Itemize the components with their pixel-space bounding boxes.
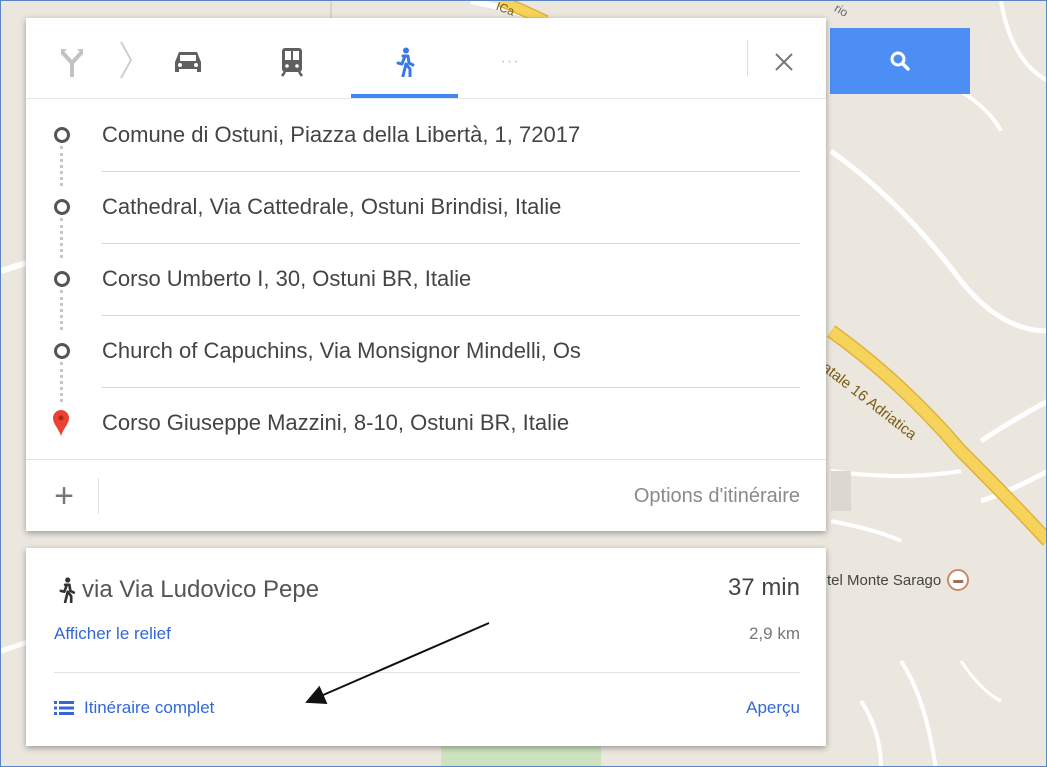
waypoint-circle-icon (54, 343, 70, 359)
route-duration: 37 min (727, 574, 800, 601)
poi-hotel-monte-sarago[interactable]: tel Monte Sarago ▬ (827, 569, 970, 591)
search-button[interactable] (830, 28, 970, 94)
waypoint-input[interactable]: Cathedral, Via Cattedrale, Ostuni Brindi… (102, 171, 800, 244)
close-button[interactable] (766, 44, 802, 80)
route-via-label: via Via Ludovico Pepe (82, 576, 320, 603)
walk-icon (59, 577, 76, 603)
route-options-link[interactable]: Options d'itinéraire (634, 460, 800, 532)
divider (747, 40, 748, 76)
divider (54, 672, 800, 673)
train-icon (281, 48, 303, 77)
search-icon (890, 51, 910, 71)
add-destination-row: + Options d'itinéraire (26, 459, 826, 532)
list-icon (54, 701, 74, 715)
mode-car[interactable] (168, 44, 208, 80)
add-destination-button[interactable]: + (44, 476, 84, 516)
route-split-icon (61, 49, 83, 77)
waypoint-input[interactable]: Church of Capuchins, Via Monsignor Minde… (102, 315, 800, 388)
screenshot-frame: atale 16 Adriatica ICa rio tel Monte Sar… (0, 0, 1047, 767)
selected-mode-indicator (351, 94, 458, 98)
waypoint-circle-icon (54, 271, 70, 287)
destination-pin-icon (53, 410, 69, 436)
show-relief-link[interactable]: Afficher le relief (54, 624, 171, 644)
waypoint-row[interactable]: Corso Umberto I, 30, Ostuni BR, Italie (26, 243, 826, 316)
waypoint-input[interactable]: Corso Umberto I, 30, Ostuni BR, Italie (102, 243, 800, 316)
full-route-link[interactable]: Itinéraire complet (54, 698, 214, 718)
route-distance: 2,9 km (748, 624, 800, 643)
full-route-label: Itinéraire complet (84, 698, 215, 717)
close-icon (775, 53, 793, 71)
route-result-card[interactable]: via Via Ludovico Pepe 37 min Afficher le… (26, 548, 826, 746)
hotel-bed-icon: ▬ (947, 569, 970, 591)
destination-input[interactable]: Corso Giuseppe Mazzini, 8-10, Ostuni BR,… (102, 387, 800, 459)
mode-more[interactable]: ··· (490, 44, 530, 80)
travel-mode-bar: ··· (26, 18, 826, 99)
waypoint-row[interactable]: Comune di Ostuni, Piazza della Libertà, … (26, 99, 826, 172)
poi-label: tel Monte Sarago (827, 571, 942, 589)
directions-panel: ··· Comune di Ostuni, Piazza della Liber… (26, 18, 826, 531)
walk-icon (396, 47, 415, 77)
mode-best-route[interactable] (52, 44, 92, 80)
more-dots-icon: ··· (500, 53, 520, 70)
mode-transit[interactable] (272, 44, 312, 80)
divider (98, 478, 99, 514)
waypoint-circle-icon (54, 127, 70, 143)
route-summary: via Via Ludovico Pepe (56, 576, 319, 604)
waypoint-row[interactable]: Church of Capuchins, Via Monsignor Minde… (26, 315, 826, 388)
waypoint-row-destination[interactable]: Corso Giuseppe Mazzini, 8-10, Ostuni BR,… (26, 387, 826, 459)
chevron-right-icon (120, 41, 133, 79)
waypoint-input[interactable]: Comune di Ostuni, Piazza della Libertà, … (102, 99, 800, 172)
waypoint-row[interactable]: Cathedral, Via Cattedrale, Ostuni Brindi… (26, 171, 826, 244)
car-icon (175, 52, 201, 72)
mode-walk[interactable] (384, 44, 424, 80)
preview-link[interactable]: Aperçu (746, 698, 800, 718)
waypoint-circle-icon (54, 199, 70, 215)
